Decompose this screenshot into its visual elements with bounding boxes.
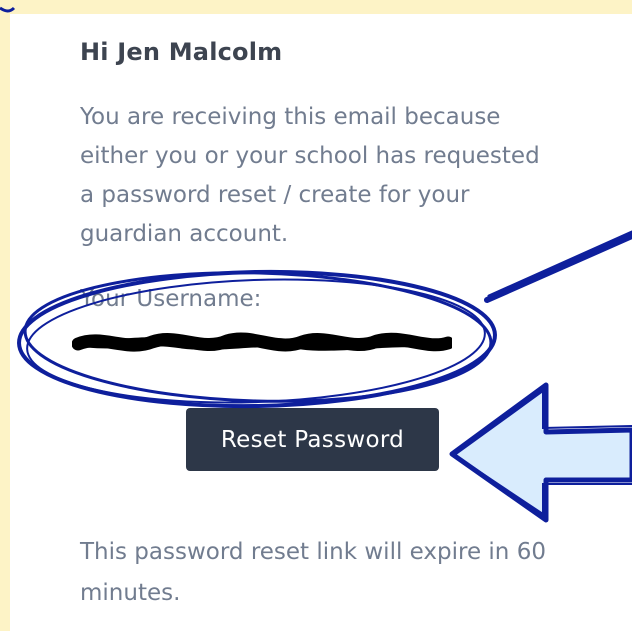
greeting-heading: Hi Jen Malcolm	[80, 38, 283, 66]
username-value	[80, 330, 450, 354]
page-background-left	[0, 0, 10, 631]
intro-paragraph: You are receiving this email because eit…	[80, 104, 540, 247]
username-label: Your Username:	[80, 286, 262, 312]
expiry-notice: This password reset link will expire in …	[80, 539, 546, 606]
reset-password-button[interactable]: Reset Password	[186, 408, 439, 471]
page-background-top	[0, 0, 632, 14]
